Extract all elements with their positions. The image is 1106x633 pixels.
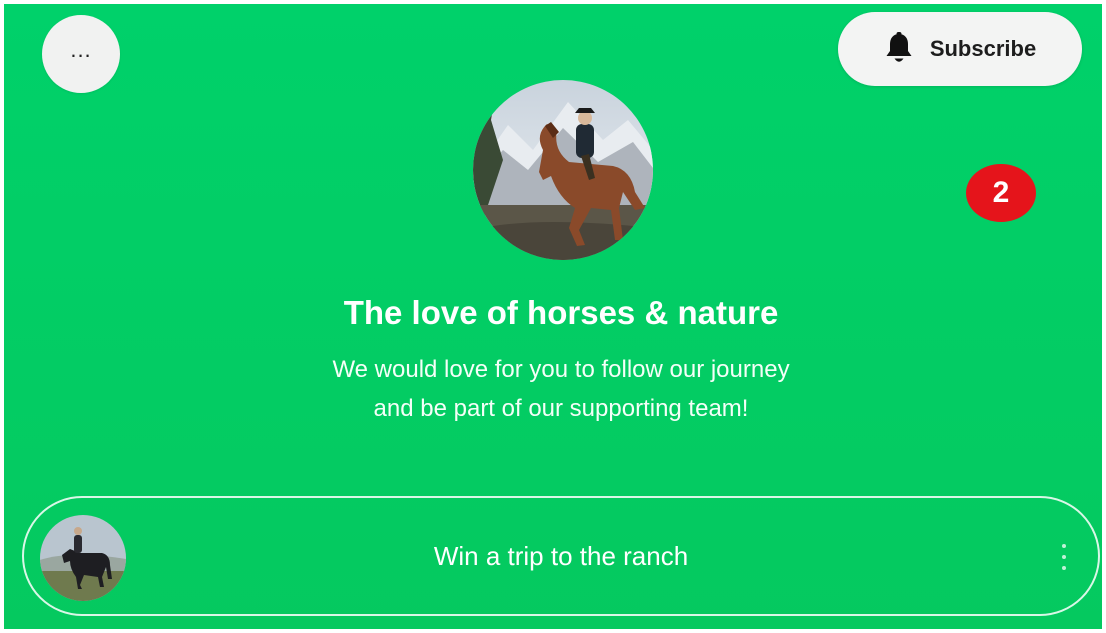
notification-badge: 2 [966, 164, 1036, 222]
more-options-button[interactable]: ... [42, 15, 120, 93]
kebab-menu-icon[interactable] [1060, 544, 1068, 570]
bio-line: and be part of our supporting team! [373, 395, 749, 422]
profile-bio: We would love for you to follow our jour… [4, 350, 1102, 428]
profile-panel: ... Subscribe 2 The love of horses & nat… [4, 4, 1102, 629]
ellipsis-icon: ... [70, 37, 92, 62]
subscribe-button[interactable]: Subscribe [838, 12, 1082, 86]
profile-avatar [473, 80, 653, 260]
profile-title: The love of horses & nature [343, 294, 779, 331]
bio-line: We would love for you to follow our jour… [332, 356, 790, 383]
subscribe-label: Subscribe [929, 36, 1037, 61]
bell-icon [886, 32, 912, 62]
link-label: Win a trip to the ranch [433, 540, 689, 571]
link-button-win-trip[interactable]: Win a trip to the ranch [22, 496, 1100, 616]
